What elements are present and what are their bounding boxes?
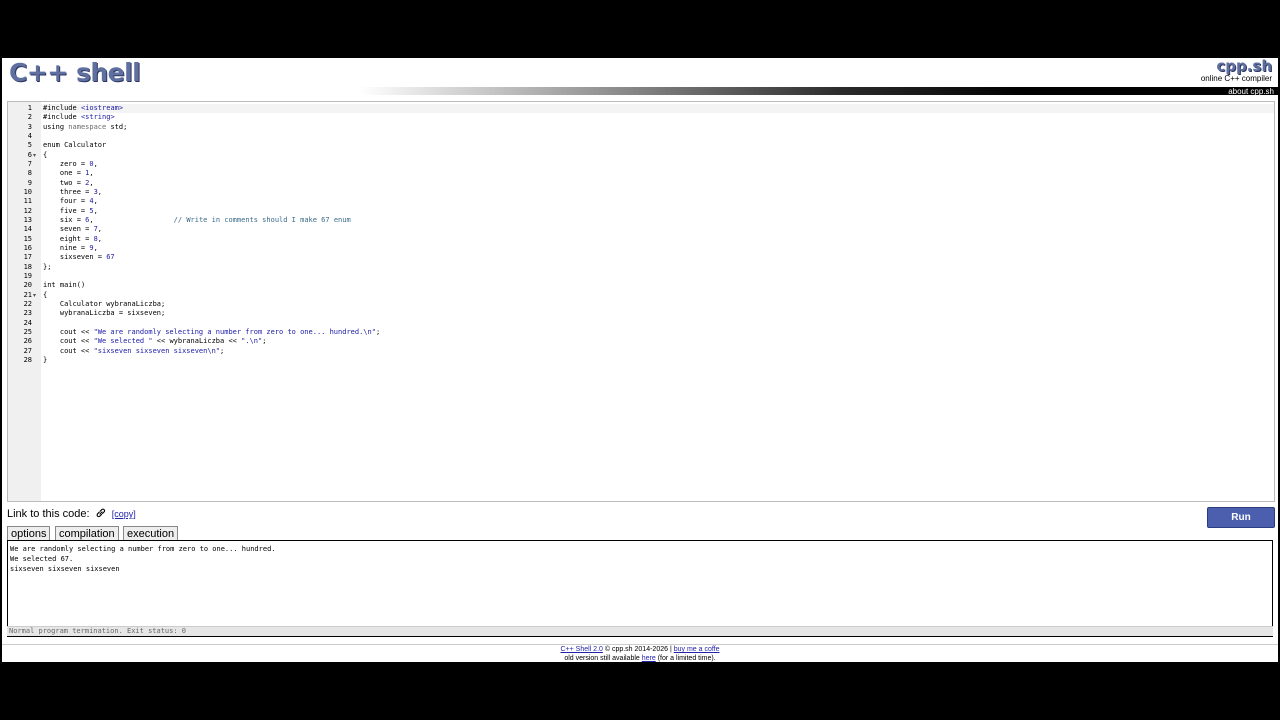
line-number: 28 [23, 355, 32, 364]
brand-subtitle: online C++ compiler [1200, 74, 1272, 83]
code-line[interactable]: five = 5, [43, 207, 98, 216]
brand-name[interactable]: cpp.sh [1201, 58, 1272, 74]
copyright-text: © cpp.sh 2014-2026 | [602, 646, 674, 653]
output-line: We selected 67. [10, 555, 74, 563]
line-number: 22 [23, 299, 32, 308]
line-number: 3 [27, 122, 32, 131]
code-line[interactable]: #include <string> [43, 113, 115, 122]
line-number: 15 [23, 234, 32, 243]
code-line[interactable]: cout << "sixseven sixseven sixseven\n"; [43, 347, 224, 356]
line-number: 14 [23, 225, 32, 234]
old-version-text: old version still available [564, 655, 642, 662]
page: C++ shell cpp.sh online C++ compiler abo… [2, 58, 1278, 662]
line-number: 26 [23, 337, 32, 346]
active-line-highlight [41, 104, 1274, 113]
code-line[interactable]: int main() [43, 281, 85, 290]
code-line[interactable]: Calculator wybranaLiczba; [43, 300, 165, 309]
code-line[interactable]: zero = 0, [43, 160, 98, 169]
link-icon[interactable] [95, 507, 107, 519]
line-number: 23 [23, 309, 32, 318]
code-line[interactable]: { [43, 291, 47, 300]
code-line[interactable]: one = 1, [43, 169, 94, 178]
line-number-gutter: 1 2 3 4 5 6 ▾ 7 8 9 10 11 12 13 14 15 16 17 18 19 20 21 ▾ 22 23 2… [8, 102, 41, 501]
code-line[interactable]: six = 6, // Write in comments should I m… [43, 216, 351, 225]
line-number: 13 [23, 215, 32, 224]
line-number: 5 [27, 141, 32, 150]
copy-link[interactable]: [copy] [112, 509, 136, 519]
line-number: 17 [23, 253, 32, 262]
limited-time-text: (for a limited time). [655, 655, 716, 662]
output-line: We are randomly selecting a number from … [10, 545, 276, 553]
line-number: 16 [23, 243, 32, 252]
line-number: 10 [23, 187, 32, 196]
program-output[interactable]: We are randomly selecting a number from … [7, 540, 1273, 637]
here-link[interactable]: here [642, 655, 656, 662]
line-number: 11 [23, 197, 32, 206]
line-number: 27 [23, 346, 32, 355]
line-number: 1 [27, 104, 32, 112]
fold-arrow-icon[interactable]: ▾ [33, 152, 36, 159]
code-line[interactable]: { [43, 151, 47, 160]
fold-arrow-icon[interactable]: ▾ [33, 292, 36, 299]
run-button[interactable]: Run [1207, 507, 1275, 528]
line-number: 4 [27, 131, 32, 140]
code-line[interactable]: four = 4, [43, 197, 98, 206]
code-line[interactable]: three = 3, [43, 188, 102, 197]
line-number: 6 [27, 150, 32, 159]
line-number: 25 [23, 327, 32, 336]
cpp-shell-logo[interactable]: C++ shell [9, 58, 141, 87]
line-number: 9 [27, 178, 32, 187]
code-line[interactable]: wybranaLiczba = sixseven; [43, 309, 165, 318]
code-line[interactable]: seven = 7, [43, 225, 102, 234]
tab-execution[interactable]: execution [123, 526, 179, 541]
line-number: 7 [27, 159, 32, 168]
code-line[interactable]: sixseven = 67 [43, 253, 115, 262]
tab-compilation[interactable]: compilation [55, 526, 119, 541]
line-number: 20 [23, 281, 32, 290]
link-row: Link to this code: [copy] [7, 507, 136, 520]
code-line[interactable]: using namespace std; [43, 123, 127, 132]
line-number: 19 [23, 271, 32, 280]
code-line[interactable]: eight = 8, [43, 235, 102, 244]
tab-options[interactable]: options [7, 526, 51, 541]
line-number: 12 [23, 206, 32, 215]
line-number: 21 [23, 290, 32, 299]
version-link[interactable]: C++ Shell 2.0 [560, 646, 602, 653]
code-editor[interactable]: 1 2 3 4 5 6 ▾ 7 8 9 10 11 12 13 14 15 16 17 18 19 20 21 ▾ 22 23 2… [7, 101, 1275, 502]
code-line[interactable]: } [43, 356, 47, 365]
coffee-link[interactable]: buy me a coffe [674, 646, 720, 653]
link-label: Link to this code: [7, 508, 90, 520]
code-line[interactable]: cout << "We selected " << wybranaLiczba … [43, 337, 267, 346]
brand-block: cpp.sh online C++ compiler [1201, 58, 1272, 83]
code-line[interactable]: #include <iostream> [43, 104, 123, 113]
exit-status: Normal program termination. Exit status:… [7, 626, 1273, 636]
code-line[interactable]: nine = 9, [43, 244, 98, 253]
about-link[interactable]: about cpp.sh [1228, 87, 1274, 96]
line-number: 24 [23, 318, 32, 327]
line-number: 8 [27, 169, 32, 178]
line-number: 18 [23, 262, 32, 271]
output-line: sixseven sixseven sixseven [10, 565, 120, 573]
code-line[interactable]: enum Calculator [43, 141, 106, 150]
code-line[interactable]: }; [43, 263, 51, 272]
code-line[interactable]: two = 2, [43, 179, 94, 188]
code-line[interactable]: cout << "We are randomly selecting a num… [43, 328, 380, 337]
footer: C++ Shell 2.0 © cpp.sh 2014-2026 | buy m… [2, 644, 1278, 663]
header-gradient-bar [2, 87, 1278, 95]
line-number: 2 [27, 113, 32, 122]
